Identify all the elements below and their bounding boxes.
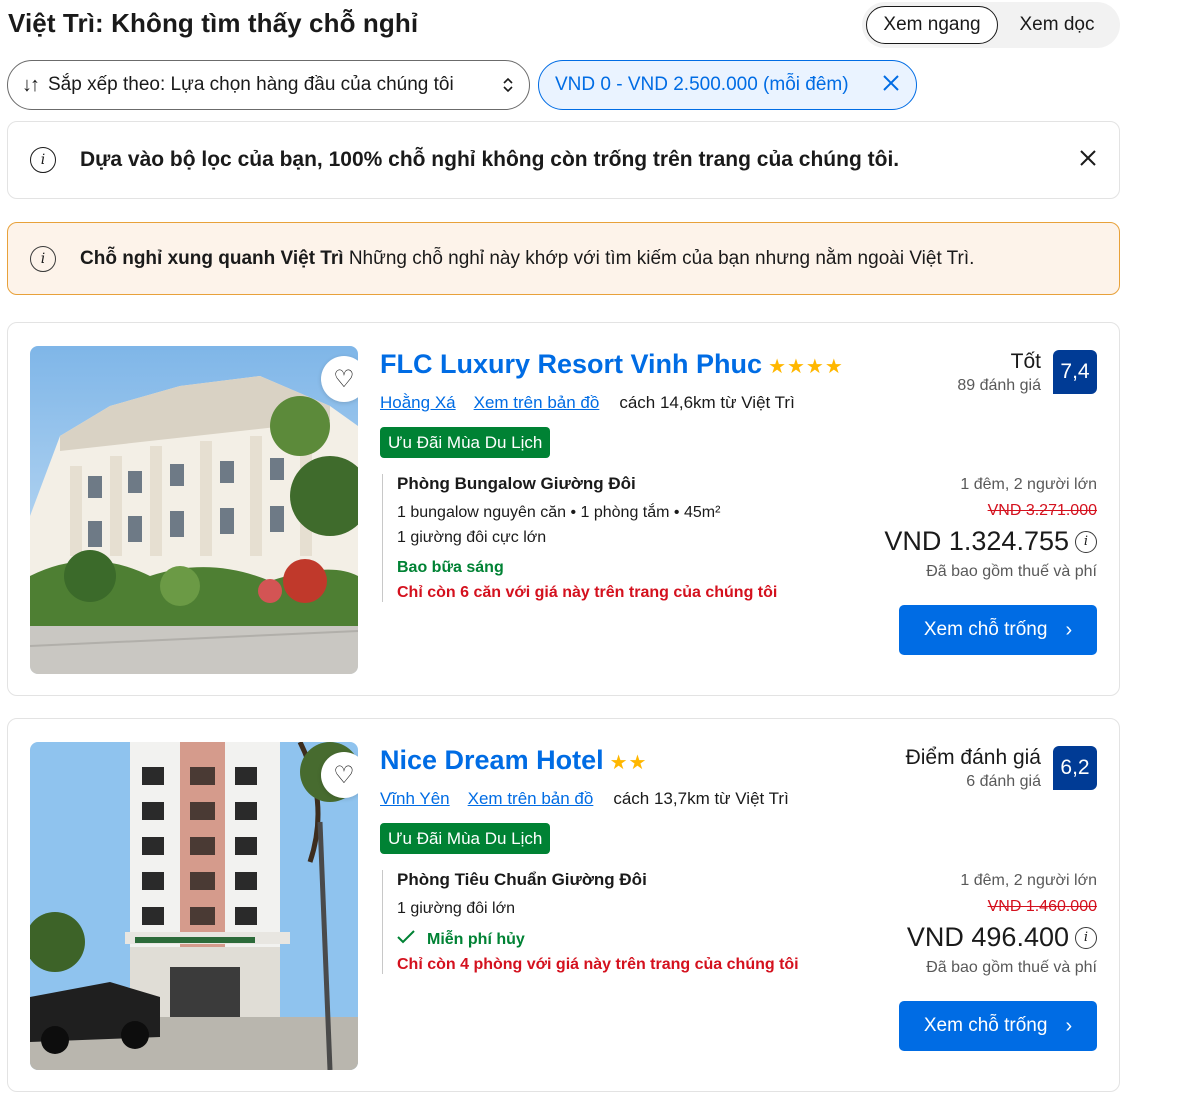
map-link[interactable]: Xem trên bản đồ: [474, 393, 600, 413]
price-filter-chip[interactable]: VND 0 - VND 2.500.000 (mỗi đêm): [538, 60, 917, 110]
review-count: 6 đánh giá: [966, 773, 1041, 790]
view-horizontal-button[interactable]: Xem ngang: [866, 6, 998, 44]
room-name: Phòng Bungalow Giường Đôi: [397, 474, 636, 493]
review-score[interactable]: Điểm đánh giá 6 đánh giá 6,2: [906, 746, 1097, 791]
distance-text: cách 14,6km từ Việt Trì: [619, 393, 795, 412]
deal-badge: Ưu Đãi Mùa Du Lịch: [380, 823, 551, 854]
score-badge: 7,4: [1053, 350, 1097, 394]
chevron-updown-icon: [501, 76, 515, 94]
room-info: Phòng Bungalow Giường Đôi 1 bungalow ngu…: [382, 474, 777, 602]
current-price: VND 1.324.755 i: [884, 526, 1097, 557]
review-count: 89 đánh giá: [957, 377, 1041, 394]
availability-info-banner: i Dựa vào bộ lọc của bạn, 100% chỗ nghỉ …: [7, 121, 1120, 199]
bed-type: 1 giường đôi lớn: [397, 900, 515, 917]
room-details: 1 bungalow nguyên căn • 1 phòng tắm • 45…: [397, 504, 721, 521]
deal-badge: Ưu Đãi Mùa Du Lịch: [380, 427, 551, 458]
room-info: Phòng Tiêu Chuẩn Giường Đôi 1 giường đôi…: [382, 870, 799, 974]
see-availability-button[interactable]: Xem chỗ trống ›: [899, 1001, 1097, 1051]
hotel-name-link[interactable]: Nice Dream Hotel ★★: [380, 745, 647, 776]
breakfast-included: Bao bữa sáng: [397, 559, 504, 576]
scarcity-message: Chỉ còn 6 căn với giá này trên trang của…: [397, 584, 778, 601]
price-block: 1 đêm, 2 người lớn VND 1.460.000 VND 496…: [907, 872, 1097, 977]
info-icon: i: [30, 147, 56, 173]
nearby-banner-text: Những chỗ nghỉ này khớp với tìm kiếm của…: [348, 247, 975, 269]
distance-text: cách 13,7km từ Việt Trì: [613, 789, 789, 808]
tax-note: Đã bao gồm thuế và phí: [926, 563, 1097, 580]
tax-note: Đã bao gồm thuế và phí: [926, 959, 1097, 976]
score-word: Tốt: [1010, 350, 1041, 373]
nearby-banner-title: Chỗ nghỉ xung quanh Việt Trì: [80, 247, 344, 269]
star-rating-icon: ★★: [609, 752, 648, 774]
nearby-properties-banner: i Chỗ nghỉ xung quanh Việt Trì Những chỗ…: [7, 222, 1120, 295]
hotel-name-link[interactable]: FLC Luxury Resort Vinh Phuc ★★★★: [380, 349, 844, 380]
original-price: VND 1.460.000: [987, 898, 1097, 915]
scarcity-message: Chỉ còn 4 phòng với giá này trên trang c…: [397, 956, 799, 973]
info-icon: i: [30, 245, 56, 272]
close-icon[interactable]: [882, 72, 900, 98]
page-title: Việt Trì: Không tìm thấy chỗ nghỉ: [8, 8, 419, 38]
location-row: Vĩnh Yên Xem trên bản đồ cách 13,7km từ …: [380, 789, 789, 809]
sort-arrows-icon: ↓↑: [22, 73, 40, 96]
stay-details: 1 đêm, 2 người lớn: [960, 872, 1097, 889]
review-score[interactable]: Tốt 89 đánh giá 7,4: [957, 350, 1097, 395]
score-badge: 6,2: [1053, 746, 1097, 790]
info-icon[interactable]: i: [1075, 530, 1097, 553]
property-photo[interactable]: ♡: [30, 346, 358, 674]
current-price: VND 496.400 i: [907, 922, 1097, 953]
map-link[interactable]: Xem trên bản đồ: [468, 789, 594, 809]
close-icon[interactable]: [1079, 146, 1097, 174]
chevron-right-icon: ›: [1065, 618, 1073, 641]
area-link[interactable]: Vĩnh Yên: [380, 789, 450, 809]
sort-dropdown[interactable]: ↓↑ Sắp xếp theo: Lựa chọn hàng đầu của c…: [7, 60, 530, 110]
price-block: 1 đêm, 2 người lớn VND 3.271.000 VND 1.3…: [884, 476, 1097, 581]
location-row: Hoằng Xá Xem trên bản đồ cách 14,6km từ …: [380, 393, 795, 413]
view-toggle: Xem ngang Xem dọc: [862, 2, 1120, 48]
checkmark-icon: [397, 930, 415, 949]
area-link[interactable]: Hoằng Xá: [380, 393, 456, 413]
room-name: Phòng Tiêu Chuẩn Giường Đôi: [397, 870, 647, 889]
bed-type: 1 giường đôi cực lớn: [397, 529, 547, 546]
score-word: Điểm đánh giá: [905, 746, 1041, 769]
info-icon[interactable]: i: [1075, 926, 1097, 949]
property-card: ♡ FLC Luxury Resort Vinh Phuc ★★★★ Hoằng …: [7, 322, 1120, 696]
original-price: VND 3.271.000: [987, 502, 1097, 519]
free-cancellation: Miễn phí hủy: [397, 930, 799, 949]
property-card: ♡ Nice Dream Hotel ★★ Vĩnh Yên Xem trên b…: [7, 718, 1120, 1092]
star-rating-icon: ★★★★: [768, 356, 844, 378]
property-photo[interactable]: ♡: [30, 742, 358, 1070]
price-filter-label: VND 0 - VND 2.500.000 (mỗi đêm): [555, 74, 849, 95]
availability-info-text: Dựa vào bộ lọc của bạn, 100% chỗ nghỉ kh…: [80, 148, 900, 171]
chevron-right-icon: ›: [1065, 1014, 1073, 1037]
view-vertical-button[interactable]: Xem dọc: [998, 6, 1116, 44]
see-availability-button[interactable]: Xem chỗ trống ›: [899, 605, 1097, 655]
sort-label: Sắp xếp theo: Lựa chọn hàng đầu của chún…: [48, 74, 454, 95]
stay-details: 1 đêm, 2 người lớn: [960, 476, 1097, 493]
